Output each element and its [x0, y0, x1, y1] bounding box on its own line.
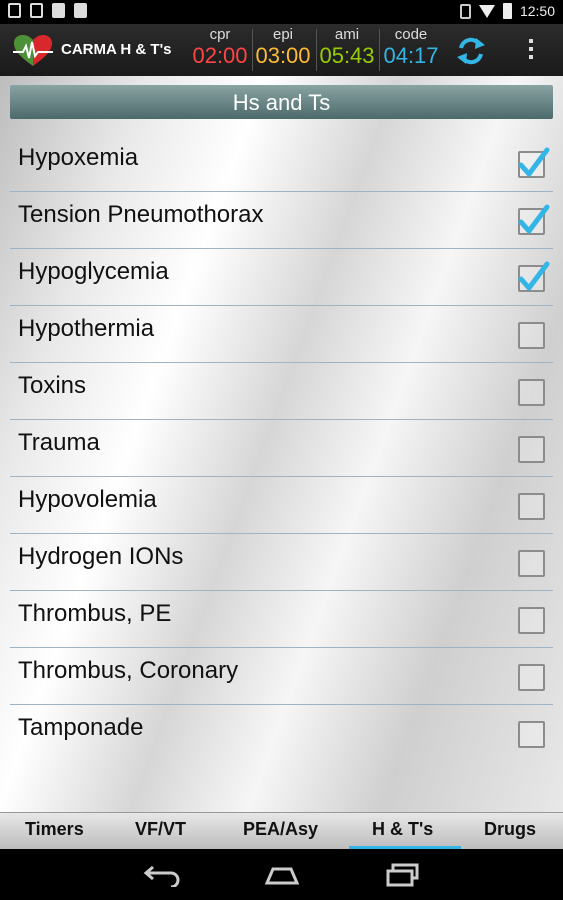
home-icon[interactable]: [264, 863, 300, 887]
ami-timer[interactable]: ami 05:43: [319, 27, 375, 73]
checkbox-checked[interactable]: [518, 261, 550, 292]
overflow-menu-icon[interactable]: [528, 39, 534, 63]
list-item[interactable]: Hypothermia: [0, 306, 563, 363]
clock: 12:50: [519, 3, 555, 19]
cpr-timer-value: 02:00: [192, 43, 248, 68]
ami-timer-value: 05:43: [319, 43, 375, 68]
action-bar: CARMA H & T's cpr 02:00 epi 03:00 ami 05…: [0, 24, 563, 76]
cpr-timer[interactable]: cpr 02:00: [192, 27, 248, 73]
list-item[interactable]: Thrombus, PE: [0, 591, 563, 648]
checkbox[interactable]: [518, 379, 545, 406]
image-icon: [30, 3, 43, 18]
code-timer-value: 04:17: [383, 43, 439, 68]
heart-ecg-icon[interactable]: [13, 34, 53, 68]
code-timer[interactable]: code 04:17: [382, 27, 440, 73]
ami-timer-label: ami: [334, 26, 360, 43]
tab-h-and-ts[interactable]: H & T's: [372, 819, 433, 840]
tab-pea-asy[interactable]: PEA/Asy: [243, 819, 318, 840]
main-content: Hs and Ts Hypoxemia Tension Pneumothorax H…: [0, 76, 563, 812]
tab-bar: Timers VF/VT PEA/Asy H & T's Drugs: [0, 812, 563, 850]
list-item-label: Toxins: [18, 372, 87, 399]
list-item-label: Hypoxemia: [18, 144, 139, 171]
list-item-label: Thrombus, PE: [18, 600, 172, 627]
list-item-label: Hypovolemia: [18, 486, 157, 513]
battery-sm-icon: [459, 3, 471, 19]
epi-timer-label: epi: [272, 26, 294, 43]
checkbox[interactable]: [518, 721, 545, 748]
list-item[interactable]: Tension Pneumothorax: [0, 192, 563, 249]
status-bar: 12:50: [0, 0, 563, 24]
epi-timer[interactable]: epi 03:00: [255, 27, 311, 73]
back-icon[interactable]: [143, 863, 181, 887]
wifi-icon: [478, 4, 495, 18]
refresh-icon[interactable]: [455, 36, 487, 66]
checkbox-checked[interactable]: [518, 204, 550, 235]
code-timer-label: code: [394, 26, 428, 43]
system-icons: 12:50: [459, 3, 555, 19]
notification-icons: [8, 3, 87, 18]
divider: [379, 29, 380, 71]
checkbox[interactable]: [518, 664, 545, 691]
divider: [316, 29, 317, 71]
navigation-bar: [0, 849, 563, 900]
tab-vf-vt[interactable]: VF/VT: [135, 819, 186, 840]
list-item-label: Hypothermia: [18, 315, 155, 342]
list-item-label: Trauma: [18, 429, 100, 456]
app-title: CARMA H & T's: [61, 41, 172, 58]
battery-icon: [502, 3, 512, 19]
list-item[interactable]: Hypoglycemia: [0, 249, 563, 306]
checkbox[interactable]: [518, 322, 545, 349]
checkbox[interactable]: [518, 607, 545, 634]
sd-card-icon: [52, 3, 65, 18]
list-item[interactable]: Toxins: [0, 363, 563, 420]
list-item[interactable]: Hypoxemia: [0, 135, 563, 192]
checkbox[interactable]: [518, 493, 545, 520]
cpr-timer-label: cpr: [209, 26, 231, 43]
list-item[interactable]: Tamponade: [0, 705, 563, 762]
epi-timer-value: 03:00: [255, 43, 311, 68]
divider: [252, 29, 253, 71]
tab-timers[interactable]: Timers: [25, 819, 84, 840]
list-item-label: Thrombus, Coronary: [18, 657, 239, 684]
tab-drugs[interactable]: Drugs: [484, 819, 536, 840]
checkbox-checked[interactable]: [518, 147, 550, 178]
recent-apps-icon[interactable]: [385, 863, 421, 887]
list-item[interactable]: Hypovolemia: [0, 477, 563, 534]
list-item-label: Tension Pneumothorax: [18, 201, 264, 228]
list-item[interactable]: Trauma: [0, 420, 563, 477]
checkbox[interactable]: [518, 436, 545, 463]
list-header: Hs and Ts: [10, 85, 553, 119]
shop-bag-icon: [74, 3, 87, 18]
list-item-label: Tamponade: [18, 714, 144, 741]
list-item-label: Hypoglycemia: [18, 258, 169, 285]
list-item[interactable]: Thrombus, Coronary: [0, 648, 563, 705]
checkbox[interactable]: [518, 550, 545, 577]
list-item[interactable]: Hydrogen IONs: [0, 534, 563, 591]
usb-icon: [8, 3, 21, 18]
list-item-label: Hydrogen IONs: [18, 543, 184, 570]
